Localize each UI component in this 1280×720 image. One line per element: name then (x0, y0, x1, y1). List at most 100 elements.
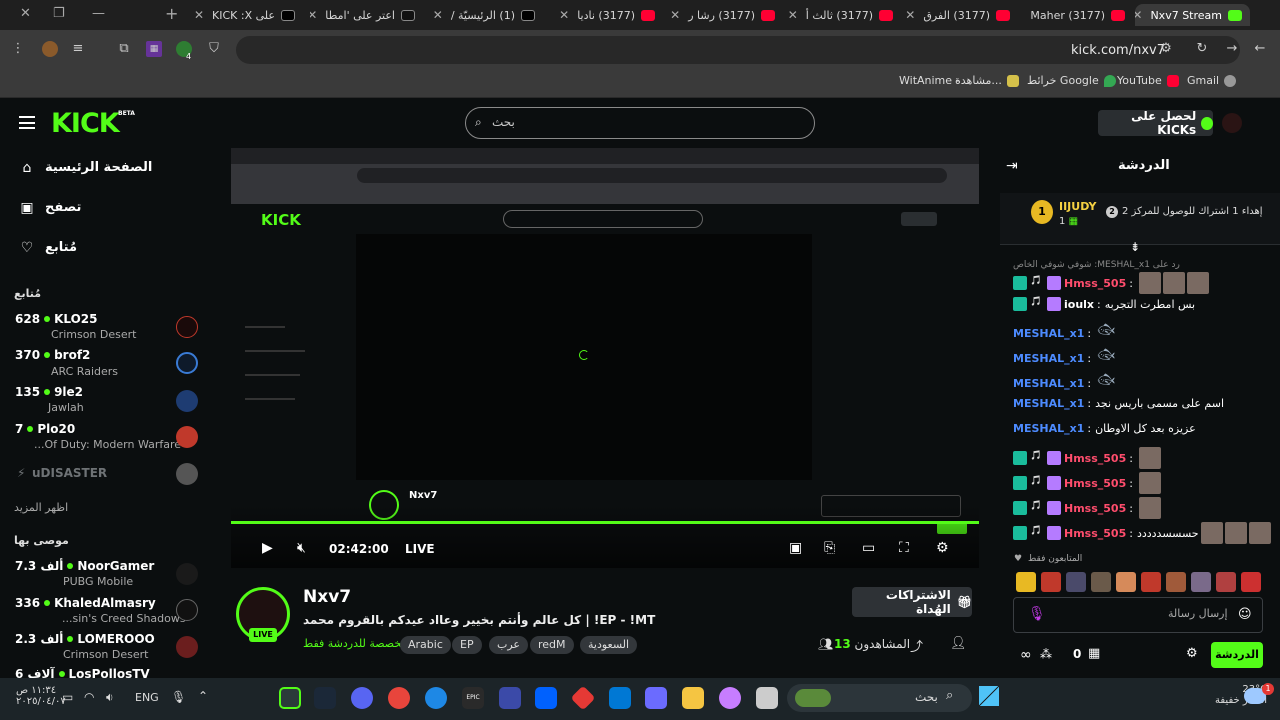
bookmark-gmail[interactable]: Gmail (1187, 74, 1237, 87)
edge-icon[interactable] (425, 687, 447, 709)
tab-close-icon[interactable]: ✕ (670, 8, 680, 22)
chat-settings-icon[interactable]: ⚙ (1186, 646, 1198, 661)
kick-logo[interactable]: KICK (51, 108, 120, 139)
volume-icon[interactable]: 🔉︎ (106, 690, 114, 705)
chat-username[interactable]: Hmss_505 (1064, 527, 1126, 540)
follow-user-icon[interactable]: 👤︎ (950, 636, 967, 651)
quick-emote[interactable] (1116, 572, 1136, 592)
new-tab-button[interactable]: + (165, 4, 178, 23)
video-player[interactable]: KICK Nxv7 (231, 148, 979, 568)
bookmark-watch[interactable]: مشاهدة... (955, 74, 1019, 87)
forward-icon[interactable]: → (1224, 41, 1240, 57)
clip-icon[interactable]: ⎘ (824, 540, 835, 556)
collapse-chat-icon[interactable]: ⇥ (1006, 158, 1018, 174)
chat-username[interactable]: MESHAL_x1 (1013, 327, 1084, 340)
clock[interactable]: ١١:٣٤ ص ٢٠٢٥/٠٤/٠٧ (16, 685, 66, 707)
microphone-icon[interactable]: 🎙︎ (171, 690, 186, 704)
gift-subscriptions-button[interactable]: 🎁︎ الاشتراكات الهُداة (852, 587, 972, 617)
quick-emote[interactable] (1141, 572, 1161, 592)
quick-emote[interactable] (1191, 572, 1211, 592)
sidebar-item-browse[interactable]: تصفح (45, 200, 81, 215)
tab-youtube-3[interactable]: (3177) ثالث أ ✕ (788, 4, 901, 26)
quick-emote[interactable] (1016, 572, 1036, 592)
chat-message[interactable]: MESHAL_x1: 🐟︎ (1013, 322, 1119, 344)
stream-tag[interactable]: Arabic (400, 636, 451, 654)
quick-emote[interactable] (1241, 572, 1261, 592)
live-indicator[interactable]: LIVE (405, 542, 435, 556)
sidebar-channel[interactable]: 6 آلاف LosPollosTV (0, 664, 213, 678)
chrome-icon[interactable] (388, 687, 410, 709)
chat-username[interactable]: Hmss_505 (1064, 477, 1126, 490)
site-settings-icon[interactable]: ⚙ (1158, 41, 1174, 57)
infinity-icon[interactable]: ∞ (1020, 647, 1032, 663)
steam-icon[interactable] (314, 687, 336, 709)
app-window-icon[interactable] (756, 687, 778, 709)
playback-progress-bar[interactable] (231, 521, 979, 524)
dropbox-icon[interactable] (535, 687, 557, 709)
user-avatar[interactable] (1222, 113, 1242, 133)
mini-player-icon[interactable]: ▣ (789, 540, 802, 556)
get-kicks-button[interactable]: لحصل على KICKs (1098, 109, 1213, 137)
adblock-shield-icon[interactable]: ⛉ (206, 41, 222, 57)
stream-tag[interactable]: عرب (489, 636, 528, 654)
tab-close-icon[interactable]: ✕ (310, 8, 317, 22)
tray-chevron-icon[interactable]: ⌃ (198, 689, 208, 703)
fullscreen-icon[interactable]: ⛶ (899, 540, 909, 556)
chat-username[interactable]: ioulx (1064, 298, 1094, 311)
chat-username[interactable]: Hmss_505 (1064, 502, 1126, 515)
extension-icon[interactable]: ▦ (146, 41, 162, 57)
kicks-icon[interactable]: ⁂ (1040, 647, 1052, 661)
bookmark-youtube[interactable]: YouTube (1117, 74, 1179, 87)
kick-app-icon[interactable] (279, 687, 301, 709)
chat-message[interactable]: MESHAL_x1: 🐟︎ (1013, 347, 1119, 369)
discord-icon[interactable] (351, 687, 373, 709)
sidebar-item-home[interactable]: الصفحة الرئيسية (45, 160, 152, 175)
quick-emote[interactable] (1041, 572, 1061, 592)
tab-youtube-2[interactable]: (3177) الفرق ✕ (905, 4, 1018, 26)
sidebar-item-following[interactable]: مُتابع (45, 240, 77, 255)
play-icon[interactable]: ▶ (262, 540, 273, 556)
windows-start-icon[interactable] (979, 686, 999, 706)
stream-tag[interactable]: redM (530, 636, 574, 654)
wifi-icon[interactable]: ◠ (84, 690, 94, 704)
copilot-icon[interactable] (719, 687, 741, 709)
store-icon[interactable] (645, 687, 667, 709)
search-input[interactable] (465, 107, 815, 139)
chat-message[interactable]: 🎵︎ Hmss_505: حسسسددددد (1013, 522, 1271, 544)
tab-close-icon[interactable]: ✕ (433, 8, 443, 22)
chat-username[interactable]: Hmss_505 (1064, 277, 1126, 290)
tab-youtube-1[interactable]: (3177) Maher (1020, 4, 1133, 26)
tab-nxv7-stream[interactable]: Nxv7 Stream ✕ (1135, 4, 1250, 26)
chat-send-button[interactable]: الدردشة (1211, 642, 1263, 668)
chat-username[interactable]: MESHAL_x1 (1013, 397, 1084, 410)
extension-avatar-icon[interactable] (42, 41, 58, 57)
streamer-name[interactable]: Nxv7 (303, 587, 351, 607)
gift-box-icon[interactable]: ▦ (1088, 646, 1100, 661)
app-icon[interactable] (499, 687, 521, 709)
bookmark-witanime[interactable]: WitAnime - (899, 74, 960, 87)
tab-close-icon[interactable]: ✕ (194, 8, 204, 22)
show-more-link[interactable]: اظهر المزيد (14, 501, 68, 514)
stream-category[interactable]: مخصصة للدردشة فقط (303, 637, 407, 650)
emoji-icon[interactable]: ☺ (1238, 607, 1252, 622)
chat-message[interactable]: 🎵︎ Hmss_505: (1013, 497, 1161, 519)
tab-x-home[interactable]: (1) الرئيسيّة / ✕ (430, 4, 543, 26)
expand-pinned-icon[interactable]: ⇟ (1130, 240, 1140, 254)
tab-close-icon[interactable]: ✕ (905, 8, 915, 22)
chat-message[interactable]: 🎵︎ Hmss_505: (1013, 472, 1161, 494)
chat-message[interactable]: 🎵︎ Hmss_505: (1013, 447, 1161, 469)
quick-emote[interactable] (1216, 572, 1236, 592)
tab-x-kick[interactable]: على KICK :X ✕ (190, 4, 303, 26)
settings-gear-icon[interactable]: ⚙ (936, 540, 949, 556)
chat-message[interactable]: MESHAL_x1: عزيزه بعد كل الاوطان (1013, 422, 1196, 435)
chat-username[interactable]: MESHAL_x1 (1013, 422, 1084, 435)
chat-username[interactable]: MESHAL_x1 (1013, 352, 1084, 365)
extensions-puzzle-icon[interactable]: ⧉ (116, 41, 132, 57)
quick-emote[interactable] (1166, 572, 1186, 592)
tab-youtube-4[interactable]: (3177) رشا ر ✕ (670, 4, 783, 26)
outlook-icon[interactable] (609, 687, 631, 709)
quick-emote[interactable] (1091, 572, 1111, 592)
back-icon[interactable]: ← (1252, 41, 1268, 57)
tab-youtube-5[interactable]: (3177) ناديا ✕ (550, 4, 663, 26)
quick-emote[interactable] (1066, 572, 1086, 592)
